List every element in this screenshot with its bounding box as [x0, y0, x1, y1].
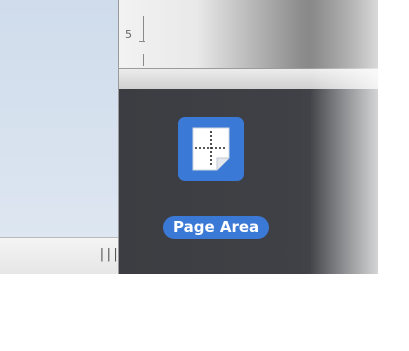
panel-header-bar	[119, 68, 378, 90]
page-area-icon	[192, 127, 230, 171]
sidebar	[0, 0, 118, 237]
ruler-tick	[143, 16, 144, 42]
application-window: ||| 5 Page Area	[0, 0, 378, 274]
ruler-number: 5	[125, 28, 132, 41]
item-browser-panel: Page Area	[119, 89, 378, 274]
ruler-tick	[139, 41, 145, 42]
sidebar-footer: |||	[0, 237, 119, 274]
page-area-label[interactable]: Page Area	[163, 216, 270, 239]
ruler-tick	[143, 54, 144, 66]
split-resize-handle[interactable]: |||	[98, 248, 119, 262]
screenshot-scene: ||| 5 Page Area	[0, 0, 409, 351]
vertical-ruler: 5	[119, 0, 378, 68]
page-area-item[interactable]	[178, 117, 244, 181]
